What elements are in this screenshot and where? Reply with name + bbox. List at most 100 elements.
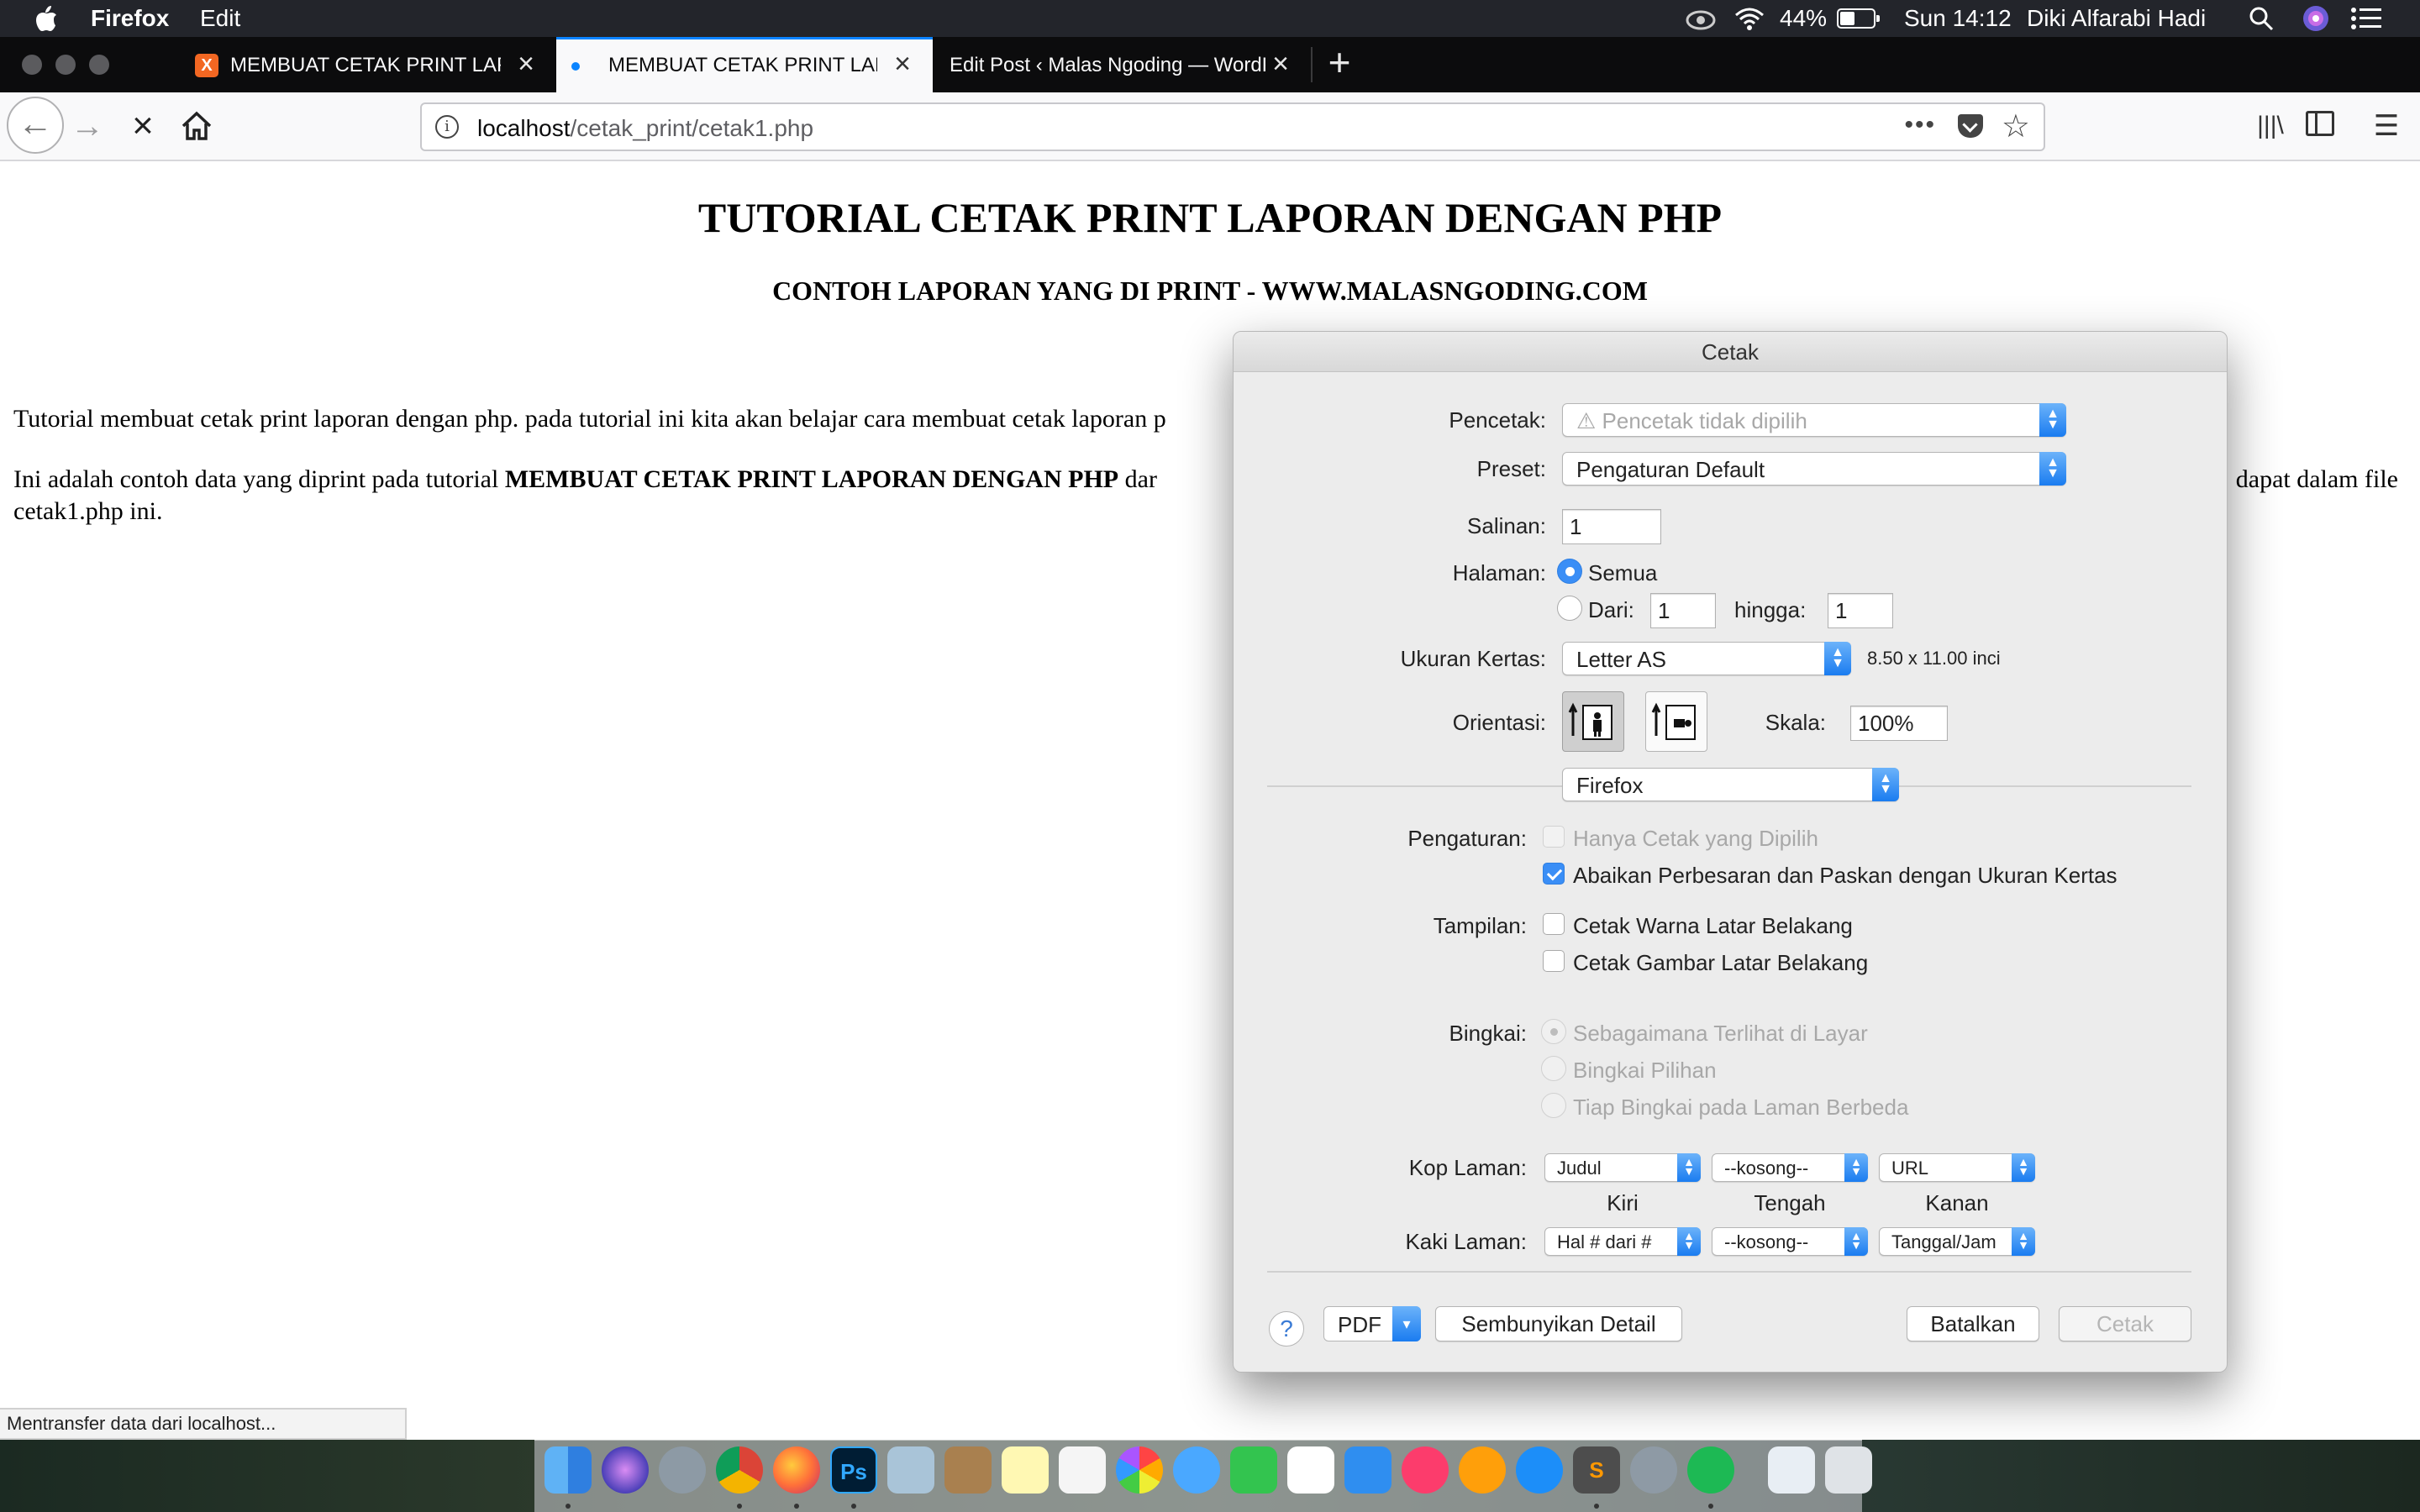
menubar-user[interactable]: Diki Alfarabi Hadi <box>2027 0 2206 37</box>
header-right-select[interactable]: URL ▲ ▼ <box>1879 1153 2035 1182</box>
header-center-select[interactable]: --kosong-- ▲ ▼ <box>1712 1153 1868 1182</box>
frame-screen-radio[interactable] <box>1541 1019 1566 1044</box>
address-bar[interactable]: i localhost/cetak_print/cetak1.php ••• ☆ <box>420 102 2045 151</box>
launchpad-icon[interactable] <box>659 1446 706 1494</box>
messages-icon[interactable] <box>1173 1446 1220 1494</box>
hamburger-menu-icon[interactable]: ☰ <box>2370 109 2403 143</box>
settings-icon[interactable] <box>1630 1446 1677 1494</box>
sublime-icon[interactable]: S <box>1573 1446 1620 1494</box>
forward-arrow-icon[interactable]: → <box>69 109 106 143</box>
books-icon[interactable] <box>1459 1446 1506 1494</box>
frame-selected-radio[interactable] <box>1541 1056 1566 1081</box>
tab-close-icon[interactable]: × <box>511 49 541 79</box>
notes-icon[interactable] <box>1002 1446 1049 1494</box>
paper-size-select[interactable]: Letter AS ▲ ▼ <box>1562 642 1851 675</box>
print-button[interactable]: Cetak <box>2059 1306 2191 1341</box>
battery-icon[interactable] <box>1837 8 1880 29</box>
bookmark-star-icon[interactable]: ☆ <box>2002 108 2030 145</box>
pages-range-radio[interactable] <box>1557 596 1582 621</box>
window-close-button[interactable] <box>22 55 42 75</box>
trash-icon[interactable] <box>1825 1446 1872 1494</box>
finder-icon[interactable] <box>544 1446 592 1494</box>
pdf-menu-button[interactable]: PDF ▾ <box>1323 1306 1421 1341</box>
spotlight-search-icon[interactable] <box>2247 0 2275 37</box>
chrome-icon[interactable] <box>716 1446 763 1494</box>
siri-icon[interactable] <box>2301 0 2331 37</box>
notification-center-icon[interactable] <box>2349 0 2383 37</box>
chevron-updown-icon: ▲ ▼ <box>2012 1153 2035 1182</box>
footer-center-select[interactable]: --kosong-- ▲ ▼ <box>1712 1227 1868 1256</box>
preview-icon[interactable] <box>887 1446 934 1494</box>
music-icon[interactable] <box>1402 1446 1449 1494</box>
help-button[interactable]: ? <box>1269 1311 1304 1347</box>
pages-all-radio[interactable] <box>1557 559 1582 584</box>
portrait-orientation-button[interactable] <box>1562 691 1624 752</box>
url-path: /cetak_print/cetak1.php <box>570 115 814 141</box>
tab-cetak-print-active[interactable]: MEMBUAT CETAK PRINT LAPORAN DENGAN PHP × <box>556 37 933 92</box>
photos-icon[interactable] <box>1116 1446 1163 1494</box>
facetime-icon[interactable] <box>1230 1446 1277 1494</box>
tab-title: Edit Post ‹ Malas Ngoding — WordPress <box>950 54 1265 76</box>
pocket-icon[interactable] <box>1958 114 1983 138</box>
contacts-icon[interactable] <box>944 1446 992 1494</box>
tab-edit-post[interactable]: Edit Post ‹ Malas Ngoding — WordPress × <box>933 37 1311 92</box>
preset-select[interactable]: Pengaturan Default ▲ ▼ <box>1562 452 2066 486</box>
app-menu-firefox[interactable]: Firefox <box>91 0 169 37</box>
library-icon[interactable]: |||\ <box>2254 109 2287 143</box>
chevron-updown-icon: ▲ ▼ <box>1677 1153 1701 1182</box>
tab-close-icon[interactable]: × <box>1265 49 1296 79</box>
pages-from-field[interactable]: 1 <box>1650 593 1716 628</box>
stop-loading-icon[interactable]: × <box>124 108 161 144</box>
copies-field[interactable]: 1 <box>1562 509 1661 544</box>
wifi-icon[interactable] <box>1733 0 1766 37</box>
tab-cetak-print-1[interactable]: X MEMBUAT CETAK PRINT LAPORAN DENGAN PHP… <box>178 37 556 92</box>
numbers-icon[interactable] <box>1287 1446 1334 1494</box>
portrait-icon <box>1568 702 1612 740</box>
appstore-icon[interactable] <box>1516 1446 1563 1494</box>
window-zoom-button[interactable] <box>89 55 109 75</box>
photoshop-icon[interactable]: Ps <box>830 1446 877 1494</box>
print-bg-color-checkbox[interactable] <box>1543 913 1565 935</box>
running-indicator <box>737 1504 742 1509</box>
finder-folder-icon[interactable] <box>1768 1446 1815 1494</box>
new-tab-icon[interactable]: + <box>1323 43 1356 82</box>
footer-left-select[interactable]: Hal # dari # ▲ ▼ <box>1544 1227 1701 1256</box>
shrink-to-fit-checkbox[interactable] <box>1543 863 1565 885</box>
pages-to-field[interactable]: 1 <box>1828 593 1893 628</box>
running-indicator <box>1708 1504 1713 1509</box>
keynote-icon[interactable] <box>1344 1446 1392 1494</box>
sidebar-toggle-icon[interactable] <box>2306 111 2334 136</box>
divider <box>1267 1271 2191 1273</box>
header-right-value: URL <box>1891 1158 1929 1179</box>
back-arrow-icon[interactable]: ← <box>7 97 64 154</box>
site-info-icon[interactable]: i <box>435 115 459 139</box>
landscape-orientation-button[interactable] <box>1645 691 1707 752</box>
creative-cloud-icon[interactable] <box>1684 0 1718 37</box>
printer-select[interactable]: ⚠ Pencetak tidak dipilih ▲ ▼ <box>1562 403 2066 437</box>
pages-label: Halaman: <box>1452 560 1546 585</box>
cancel-button[interactable]: Batalkan <box>1907 1306 2039 1341</box>
menubar-clock[interactable]: Sun 14:12 <box>1904 0 2012 37</box>
tab-close-icon[interactable]: × <box>887 49 918 79</box>
firefox-icon[interactable] <box>773 1446 820 1494</box>
window-minimize-button[interactable] <box>55 55 76 75</box>
section-select[interactable]: Firefox ▲ ▼ <box>1562 768 1899 801</box>
header-left-select[interactable]: Judul ▲ ▼ <box>1544 1153 1701 1182</box>
print-bg-color-label: Cetak Warna Latar Belakang <box>1573 913 1853 938</box>
apple-menu-icon[interactable] <box>34 0 59 37</box>
scale-field[interactable]: 100% <box>1850 706 1948 741</box>
siri-icon[interactable] <box>602 1446 649 1494</box>
footer-right-select[interactable]: Tanggal/Jam ▲ ▼ <box>1879 1227 2035 1256</box>
url-text[interactable]: localhost/cetak_print/cetak1.php <box>477 115 813 142</box>
home-icon[interactable] <box>178 108 215 144</box>
body-text-start: Ini adalah contoh data yang diprint pada… <box>13 465 505 493</box>
reminders-icon[interactable] <box>1059 1446 1106 1494</box>
running-indicator <box>851 1504 856 1509</box>
page-actions-more-icon[interactable]: ••• <box>1904 111 1936 139</box>
print-bg-image-checkbox[interactable] <box>1543 950 1565 972</box>
spotify-icon[interactable] <box>1687 1446 1734 1494</box>
print-selection-checkbox[interactable] <box>1543 826 1565 848</box>
hide-details-button[interactable]: Sembunyikan Detail <box>1435 1306 1682 1341</box>
menu-edit[interactable]: Edit <box>200 0 240 37</box>
frame-each-radio[interactable] <box>1541 1093 1566 1118</box>
